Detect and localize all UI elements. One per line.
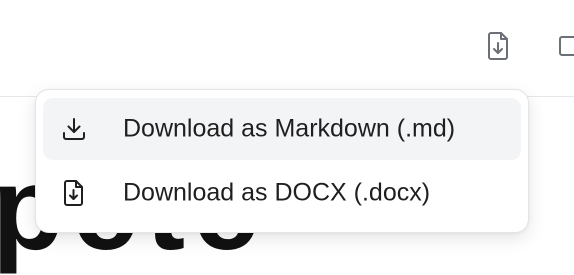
download-markdown-item[interactable]: Download as Markdown (.md) [43, 98, 521, 160]
download-docx-label: Download as DOCX (.docx) [123, 178, 431, 207]
download-markdown-label: Download as Markdown (.md) [123, 114, 456, 143]
download-icon [60, 115, 88, 143]
top-toolbar [0, 0, 574, 97]
panel-icon [556, 31, 574, 66]
panel-button[interactable] [556, 30, 574, 66]
file-download-icon [485, 31, 511, 66]
download-file-button[interactable] [483, 30, 513, 66]
download-dropdown-menu: Download as Markdown (.md) Download as D… [35, 89, 529, 233]
download-docx-item[interactable]: Download as DOCX (.docx) [43, 162, 521, 224]
file-download-icon [60, 179, 88, 207]
